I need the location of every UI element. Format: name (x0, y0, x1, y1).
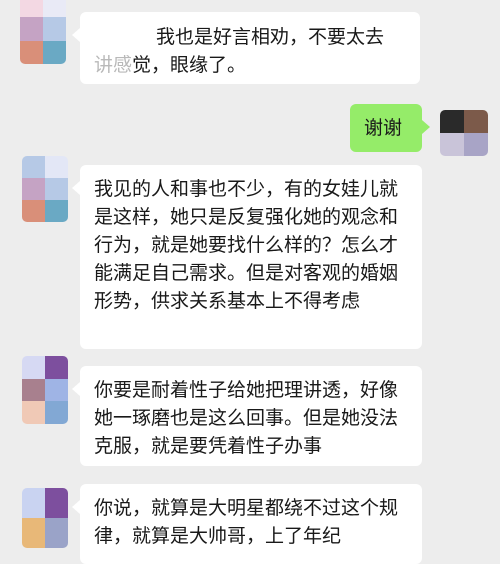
message-bubble-self[interactable]: 谢谢 (350, 104, 430, 152)
message-bubble[interactable]: 我也是好言相劝，不要太去 讲感觉，眼缘了。 (72, 12, 420, 84)
message-bubble[interactable]: 你要是耐着性子给她把理讲透，好像她一琢磨也是这么回事。但是她没法克服，就是要凭着… (72, 366, 422, 466)
message-text: 我见的人和事也不少，有的女娃儿就是这样，她只是反复强化她的观念和行为，就是她要找… (94, 178, 399, 312)
message-text-faded: 讲感 (94, 54, 133, 76)
contact-avatar[interactable] (22, 156, 68, 222)
contact-avatar[interactable] (22, 356, 68, 424)
message-bubble[interactable]: 我见的人和事也不少，有的女娃儿就是这样，她只是反复强化她的观念和行为，就是她要找… (72, 165, 422, 349)
contact-avatar[interactable] (22, 488, 68, 548)
contact-avatar[interactable] (20, 0, 66, 64)
message-text: 你要是耐着性子给她把理讲透，好像她一琢磨也是这么回事。但是她没法克服，就是要凭着… (94, 379, 399, 457)
message-text: 谢谢 (364, 117, 403, 139)
self-avatar[interactable] (440, 110, 488, 156)
message-text: 你说，就算是大明星都绕不过这个规律，就算是大帅哥，上了年纪 (94, 497, 399, 547)
message-text-cont: 觉，眼缘了。 (132, 54, 247, 76)
message-text: 我也是好言相劝，不要太去 (156, 26, 385, 48)
message-bubble[interactable]: 你说，就算是大明星都绕不过这个规律，就算是大帅哥，上了年纪 (72, 484, 422, 564)
